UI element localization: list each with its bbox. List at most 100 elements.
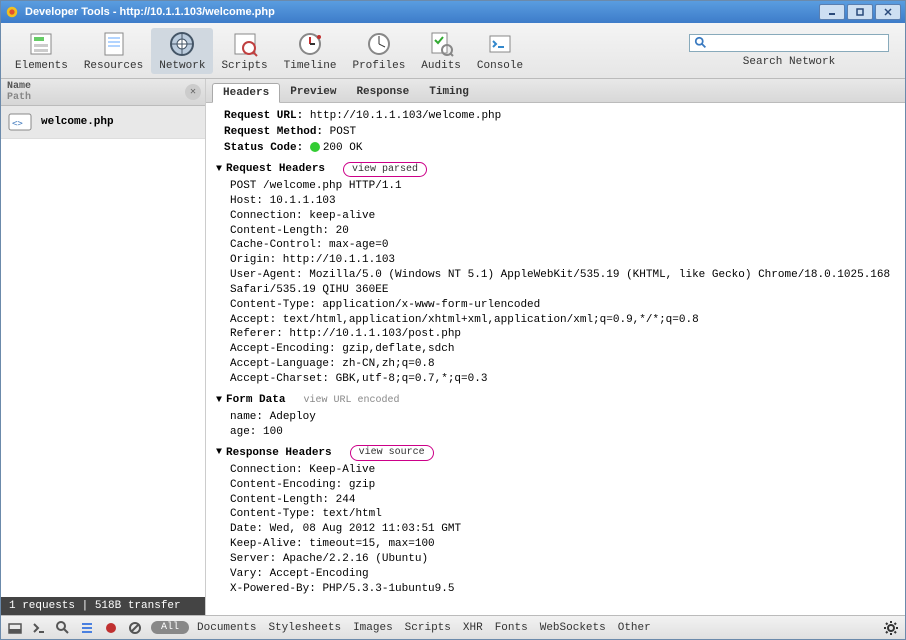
filter-fonts[interactable]: Fonts: [495, 622, 528, 634]
timeline-tool[interactable]: Timeline: [276, 28, 345, 74]
filter-stylesheets[interactable]: Stylesheets: [268, 622, 341, 634]
disclosure-triangle-icon[interactable]: ▼: [216, 446, 222, 460]
form-data-title: Form Data: [226, 393, 285, 408]
window-title: Developer Tools - http://10.1.1.103/welc…: [25, 6, 819, 18]
search-label: Search Network: [743, 56, 835, 68]
devtools-icon: [5, 5, 19, 19]
header-value: 244: [336, 494, 356, 506]
request-headers-raw: POST /welcome.php HTTP/1.1 Host: 10.1.1.…: [216, 179, 895, 387]
filter-scripts[interactable]: Scripts: [405, 622, 451, 634]
status-code-label: Status Code:: [224, 142, 303, 154]
header-value: Keep-Alive: [309, 464, 375, 476]
form-key: age:: [230, 426, 256, 438]
tool-label: Audits: [421, 60, 461, 72]
form-value: Adeploy: [270, 411, 316, 423]
header-value: Accept-Encoding: [270, 568, 369, 580]
detail-tabs: HeadersPreviewResponseTiming: [206, 79, 905, 103]
request-url-label: Request URL:: [224, 110, 303, 122]
header-key: Content-Type:: [230, 508, 316, 520]
audits-tool[interactable]: Audits: [413, 28, 469, 74]
tab-headers[interactable]: Headers: [212, 83, 280, 103]
col-path: Path: [7, 92, 31, 103]
list-icon[interactable]: [79, 620, 95, 636]
network-tool-icon: [168, 30, 196, 58]
maximize-button[interactable]: [847, 4, 873, 20]
filter-xhr[interactable]: XHR: [463, 622, 483, 634]
header-key: Content-Length:: [230, 494, 329, 506]
elements-tool[interactable]: Elements: [7, 28, 76, 74]
clear-icon[interactable]: [127, 620, 143, 636]
tool-label: Scripts: [221, 60, 267, 72]
tool-label: Elements: [15, 60, 68, 72]
header-key: Content-Encoding:: [230, 479, 342, 491]
request-method-label: Request Method:: [224, 126, 323, 138]
tab-response[interactable]: Response: [346, 83, 419, 102]
view-parsed-button[interactable]: view parsed: [343, 162, 427, 178]
view-url-encoded-button[interactable]: view URL encoded: [303, 394, 399, 408]
console-tool[interactable]: Console: [469, 28, 531, 74]
header-value: Apache/2.2.16 (Ubuntu): [283, 553, 428, 565]
tab-timing[interactable]: Timing: [419, 83, 479, 102]
console-icon[interactable]: [31, 620, 47, 636]
request-list-item[interactable]: <> welcome.php: [1, 106, 205, 139]
filter-other[interactable]: Other: [618, 622, 651, 634]
header-value: timeout=15, max=100: [309, 538, 434, 550]
titlebar[interactable]: Developer Tools - http://10.1.1.103/welc…: [1, 1, 905, 23]
elements-tool-icon: [27, 30, 55, 58]
tool-label: Network: [159, 60, 205, 72]
col-name: Name: [7, 81, 31, 92]
tool-label: Console: [477, 60, 523, 72]
document-icon: <>: [7, 112, 33, 132]
header-key: Connection:: [230, 464, 303, 476]
resources-tool[interactable]: Resources: [76, 28, 151, 74]
form-data-block: name: Adeployage: 100: [216, 410, 895, 440]
view-source-button[interactable]: view source: [350, 445, 434, 461]
filter-documents[interactable]: Documents: [197, 622, 256, 634]
header-key: Keep-Alive:: [230, 538, 303, 550]
close-panel-icon[interactable]: ✕: [185, 84, 201, 100]
request-method-value: POST: [330, 126, 356, 138]
scripts-tool[interactable]: Scripts: [213, 28, 275, 74]
request-url-value: http://10.1.1.103/welcome.php: [310, 110, 501, 122]
scripts-tool-icon: [231, 30, 259, 58]
headers-content: Request URL: http://10.1.1.103/welcome.p…: [206, 103, 905, 615]
request-list-sidebar: Name Path ✕ <> welcome.php 1 requests | …: [1, 79, 206, 615]
timeline-tool-icon: [296, 30, 324, 58]
search-icon[interactable]: [55, 620, 71, 636]
response-headers-title: Response Headers: [226, 446, 332, 461]
network-tool[interactable]: Network: [151, 28, 213, 74]
gear-icon[interactable]: [883, 620, 899, 636]
search-input-wrap[interactable]: [689, 34, 889, 52]
request-name: welcome.php: [41, 116, 114, 128]
filter-images[interactable]: Images: [353, 622, 393, 634]
header-key: Server:: [230, 553, 276, 565]
dock-icon[interactable]: [7, 620, 23, 636]
minimize-button[interactable]: [819, 4, 845, 20]
tool-label: Timeline: [284, 60, 337, 72]
search-input[interactable]: [711, 37, 884, 49]
console-tool-icon: [486, 30, 514, 58]
response-headers-block: Connection: Keep-AliveContent-Encoding: …: [216, 463, 895, 597]
status-ok-icon: [310, 142, 320, 152]
tool-label: Profiles: [352, 60, 405, 72]
disclosure-triangle-icon[interactable]: ▼: [216, 394, 222, 408]
header-key: Date:: [230, 523, 263, 535]
tab-preview[interactable]: Preview: [280, 83, 346, 102]
tool-label: Resources: [84, 60, 143, 72]
record-icon[interactable]: [103, 620, 119, 636]
bottom-bar: All Documents Stylesheets Images Scripts XHR…: [1, 615, 905, 639]
svg-text:<>: <>: [12, 119, 23, 129]
header-value: PHP/5.3.3-1ubuntu9.5: [322, 583, 454, 595]
search-icon: [694, 36, 708, 50]
form-value: 100: [263, 426, 283, 438]
profiles-tool[interactable]: Profiles: [344, 28, 413, 74]
sidebar-status: 1 requests | 518B transfer: [1, 597, 205, 615]
request-headers-title: Request Headers: [226, 162, 325, 177]
disclosure-triangle-icon[interactable]: ▼: [216, 163, 222, 177]
close-button[interactable]: [875, 4, 901, 20]
toolbar: Elements Resources Network Scripts Timeline P…: [1, 23, 905, 79]
filter-websockets[interactable]: WebSockets: [540, 622, 606, 634]
filter-all[interactable]: All: [151, 621, 189, 634]
header-value: text/html: [322, 508, 381, 520]
header-value: Wed, 08 Aug 2012 11:03:51 GMT: [270, 523, 461, 535]
